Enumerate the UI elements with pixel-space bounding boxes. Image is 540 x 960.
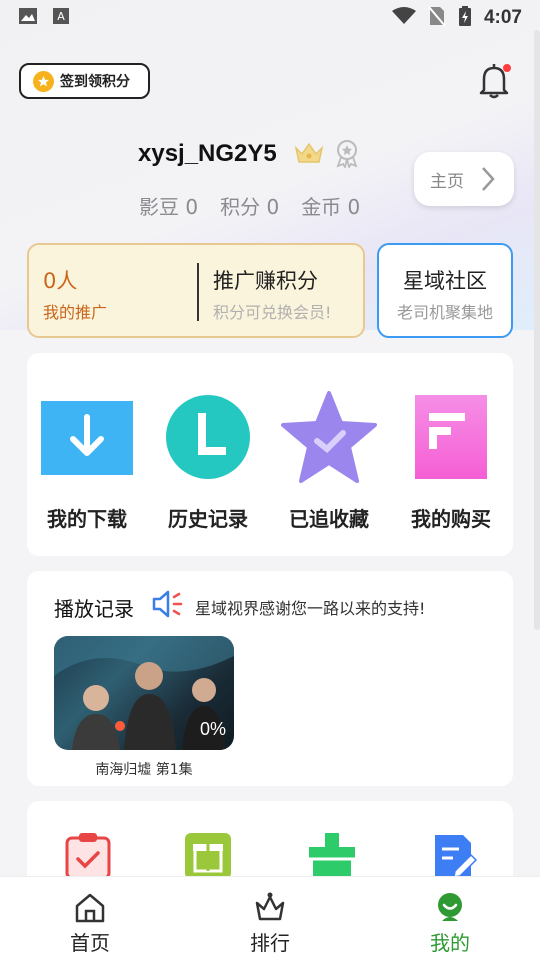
username: xysj_NG2Y5 [138, 140, 277, 167]
checkin-label: 签到领积分 [60, 74, 130, 90]
home-button-label: 主页 [430, 171, 464, 192]
quick-action-history[interactable]: 历史记录 [148, 353, 268, 556]
ranking-crown-icon [255, 892, 285, 921]
history-icon [166, 395, 250, 479]
notification-dot [503, 64, 511, 72]
favorite-star-icon [281, 391, 377, 483]
stat-jinbi: 金币 0 [301, 195, 361, 219]
quick-actions-card: 我的下载 历史记录 已追收藏 我的购买 [27, 353, 513, 556]
promotion-title: 推广赚积分 [213, 269, 318, 293]
quick-action-label: 我的购买 [411, 507, 491, 531]
tab-home[interactable]: 首页 [30, 877, 150, 960]
promotion-count: 0人 [43, 269, 78, 293]
wifi-icon [391, 6, 416, 30]
profile-icon [438, 893, 462, 921]
checkin-button[interactable]: 签到领积分 [19, 63, 150, 99]
tab-label: 我的 [430, 931, 470, 955]
speaker-icon [152, 590, 183, 618]
svg-text:A: A [57, 10, 65, 23]
quick-action-downloads[interactable]: 我的下载 [27, 353, 147, 556]
play-history-title: 播放记录 [54, 597, 134, 621]
no-sim-icon [428, 5, 446, 32]
promotion-card[interactable]: 0人 我的推广 推广赚积分 积分可兑换会员! [27, 243, 365, 338]
bottom-tab-bar: 首页 排行 我的 [0, 876, 540, 960]
tab-label: 排行 [250, 931, 290, 955]
user-stats: 影豆 0 积分 0 金币 0 [139, 191, 360, 220]
promotion-count-label: 我的推广 [43, 303, 108, 322]
community-title: 星域社区 [403, 269, 487, 293]
stat-jifen: 积分 0 [220, 195, 280, 219]
edit-note-icon[interactable] [429, 831, 479, 881]
chevron-right-icon [482, 167, 495, 191]
vip-crown-icon[interactable] [294, 140, 324, 166]
quick-action-label: 已追收藏 [289, 507, 369, 531]
scrollbar[interactable] [534, 30, 540, 630]
quick-action-label: 我的下载 [47, 507, 127, 531]
medal-badge-icon[interactable] [334, 138, 360, 170]
history-item-progress: 0% [199, 719, 226, 739]
promotion-divider [197, 263, 199, 321]
tab-ranking[interactable]: 排行 [210, 877, 330, 960]
download-icon [41, 401, 133, 475]
stat-yingdou: 影豆 0 [139, 195, 199, 219]
community-card[interactable]: 星域社区 老司机聚集地 [377, 243, 513, 338]
purchase-icon [415, 395, 487, 479]
community-subtitle: 老司机聚集地 [396, 303, 493, 322]
quick-action-label: 历史记录 [168, 507, 248, 531]
promotion-subtitle: 积分可兑换会员! [213, 303, 332, 322]
toolbox-icon[interactable] [307, 831, 357, 881]
home-icon [75, 893, 105, 923]
play-history-card: 播放记录 星域视界感谢您一路以来的支持! 0% 南海归墟 第1集 [27, 571, 513, 786]
status-bar: A 4:07 [0, 0, 540, 36]
tab-label: 首页 [70, 931, 110, 955]
play-history-notice: 星域视界感谢您一路以来的支持! [195, 599, 426, 618]
history-item-episode: 南海归墟 第1集 [95, 762, 193, 778]
history-item-thumbnail[interactable]: 0% [54, 636, 234, 750]
profile-home-button[interactable]: 主页 [414, 152, 514, 206]
notification-bell-button[interactable] [476, 62, 512, 100]
tab-profile[interactable]: 我的 [390, 877, 510, 960]
font-notification-icon: A [52, 7, 70, 30]
image-notification-icon [18, 7, 38, 30]
star-coin-icon [33, 70, 54, 92]
clipboard-check-icon[interactable] [63, 831, 113, 881]
quick-action-purchases[interactable]: 我的购买 [391, 353, 511, 556]
battery-charging-icon [458, 5, 472, 32]
quick-action-favorites[interactable]: 已追收藏 [269, 353, 389, 556]
status-time: 4:07 [483, 7, 522, 28]
gift-icon[interactable] [183, 831, 233, 881]
